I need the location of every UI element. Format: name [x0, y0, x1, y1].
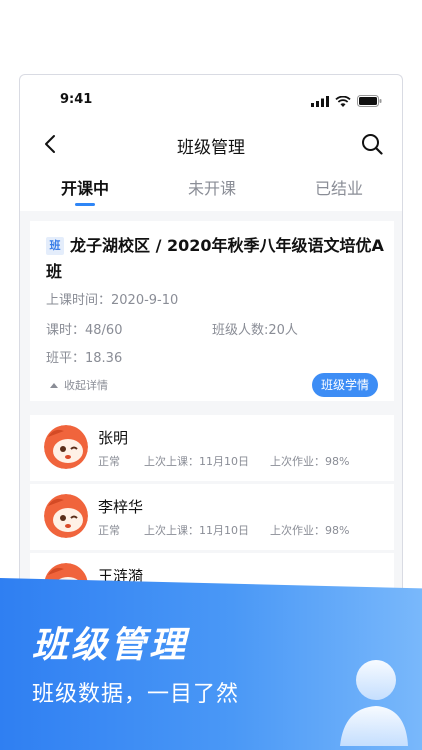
status-bar: 9:41: [20, 92, 402, 112]
tab-not-started[interactable]: 未开课: [167, 175, 257, 199]
user-icon: [340, 660, 408, 746]
student-last-homework: 上次作业：98%: [270, 455, 350, 468]
signal-icon: [311, 96, 329, 107]
status-time: 9:41: [60, 92, 93, 107]
wifi-icon: [335, 96, 351, 107]
class-title: 龙子湖校区 / 2020年秋季八年级语文培优A班: [46, 236, 384, 281]
class-student-count: 班级人数:20人: [212, 323, 298, 338]
tab-finished[interactable]: 已结业: [294, 175, 384, 199]
tab-indicator: [75, 203, 95, 206]
status-icons: [311, 95, 382, 107]
class-average: 班平：18.36: [46, 351, 123, 366]
student-last-homework: 上次作业：98%: [270, 524, 350, 537]
collapse-details-toggle[interactable]: 收起详情: [50, 377, 108, 393]
student-last-class: 上次上课：11月10日: [144, 524, 249, 537]
fox-mascot-avatar-icon: [44, 425, 88, 469]
phone-screen: 9:41 班级管理 开课中 未开课 已结业 班 龙子湖校区 / 2020年秋季八…: [19, 74, 403, 634]
class-hours: 课时：48/60: [46, 323, 123, 338]
nav-bar: 班级管理: [20, 127, 402, 163]
student-status: 正常: [98, 455, 120, 468]
fox-mascot-avatar-icon: [44, 494, 88, 538]
tab-ongoing[interactable]: 开课中: [40, 175, 130, 199]
promo-banner: 班级管理 班级数据，一目了然: [0, 578, 422, 750]
banner-title: 班级管理: [32, 625, 189, 666]
search-icon[interactable]: [360, 132, 384, 156]
battery-icon: [357, 95, 382, 107]
student-row[interactable]: 李梓华 正常 上次上课：11月10日 上次作业：98%: [30, 484, 394, 550]
student-name: 李梓华: [98, 498, 144, 516]
class-card: 班 龙子湖校区 / 2020年秋季八年级语文培优A班 上课时间：2020-9-1…: [30, 221, 394, 401]
class-analysis-button[interactable]: 班级学情: [311, 373, 378, 397]
page-title: 班级管理: [177, 138, 245, 158]
caret-up-icon: [50, 382, 58, 388]
banner-subtitle: 班级数据，一目了然: [32, 682, 240, 707]
student-row[interactable]: 张明 正常 上次上课：11月10日 上次作业：98%: [30, 415, 394, 481]
student-last-class: 上次上课：11月10日: [144, 455, 249, 468]
student-name: 张明: [98, 429, 129, 447]
student-status: 正常: [98, 524, 120, 537]
tab-bar: 开课中 未开课 已结业: [20, 175, 402, 207]
class-start-time: 上课时间：2020-9-10: [46, 293, 179, 308]
collapse-label: 收起详情: [64, 379, 108, 392]
